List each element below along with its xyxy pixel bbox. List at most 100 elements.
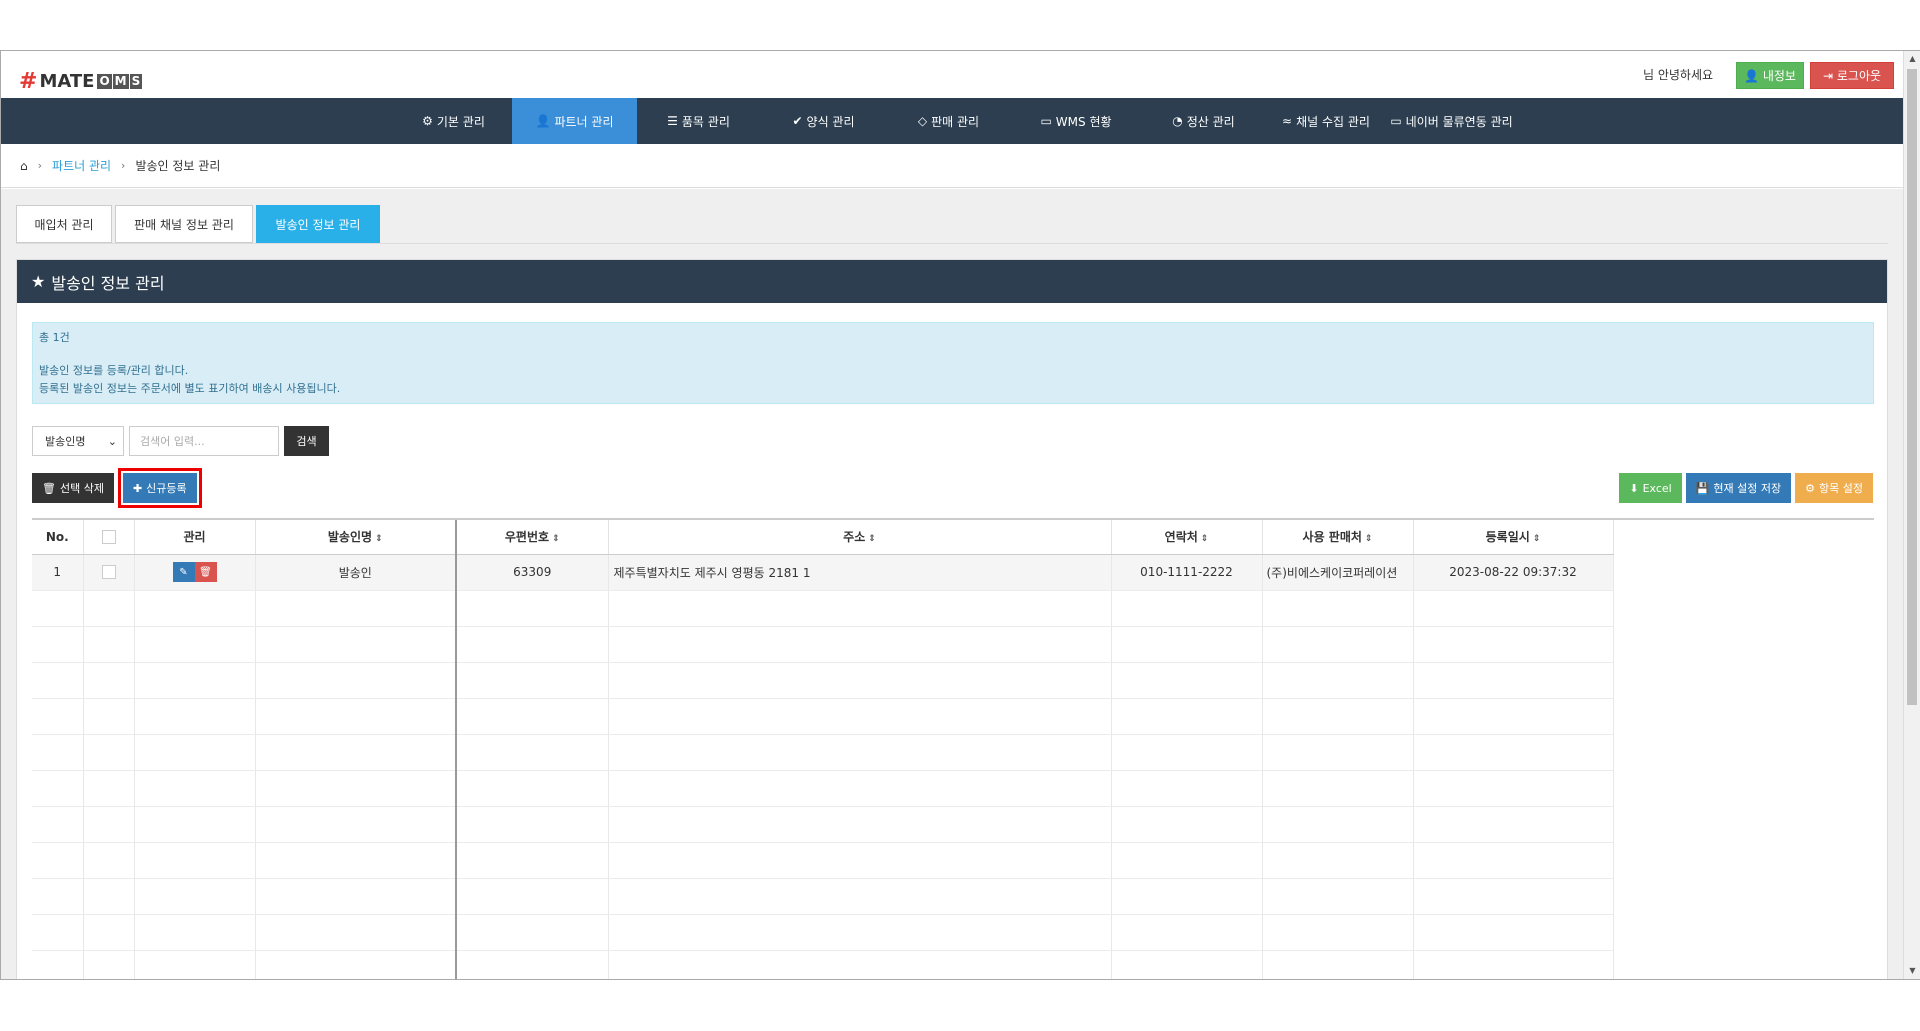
empty-cell <box>83 806 135 843</box>
my-info-button[interactable]: 👤 내정보 <box>1736 62 1804 89</box>
empty-cell <box>1262 878 1414 915</box>
nav-item-wms[interactable]: ▭ WMS 현황 <box>1026 98 1126 144</box>
empty-cell <box>32 626 84 663</box>
nav-item-settlement[interactable]: ◔ 정산 관리 <box>1156 98 1251 144</box>
breadcrumb-parent[interactable]: 파트너 관리 <box>52 157 111 174</box>
empty-cell <box>255 806 457 843</box>
trash-icon[interactable]: 🗑 <box>194 562 217 582</box>
gear-icon: ⚙ <box>1805 481 1816 495</box>
col-date[interactable]: 등록일시 ⇕ <box>1413 520 1614 555</box>
download-icon: ⬇ <box>1629 481 1639 495</box>
delete-selected-button[interactable]: 🗑 선택 삭제 <box>32 473 114 503</box>
col-manage: 관리 <box>134 520 256 555</box>
column-settings-button[interactable]: ⚙ 항목 설정 <box>1795 473 1873 503</box>
row-checkbox[interactable] <box>101 565 116 580</box>
empty-cell <box>1262 842 1414 879</box>
cell-date: 2023-08-22 09:37:32 <box>1413 554 1614 591</box>
logo[interactable]: # MATE O M S <box>19 69 143 94</box>
chevron-down-icon: ⌄ <box>107 434 117 448</box>
empty-cell <box>134 698 256 735</box>
empty-cell <box>1262 770 1414 807</box>
home-icon[interactable]: ⌂ <box>20 159 28 173</box>
logo-text: MATE <box>39 71 95 92</box>
empty-cell <box>255 770 457 807</box>
sort-icon: ⇕ <box>1364 534 1373 545</box>
table-row[interactable]: 1 ✎ 🗑 발송인 63309 제주특별자치도 제주시 영평동 2181 1 01… <box>32 554 1614 591</box>
search-type-select[interactable]: 발송인명 ⌄ <box>32 426 124 456</box>
col-no: No. <box>32 520 84 555</box>
cell-checkbox <box>83 554 135 591</box>
diamond-icon: ◇ <box>917 114 928 128</box>
empty-cell <box>1262 626 1414 663</box>
scroll-up-icon[interactable]: ▲ <box>1904 51 1920 67</box>
empty-cell <box>134 734 256 771</box>
tab-sales-channel[interactable]: 판매 채널 정보 관리 <box>115 205 253 243</box>
nav-item-basic[interactable]: ⚙ 기본 관리 <box>401 98 506 144</box>
breadcrumb: ⌂ › 파트너 관리 › 발송인 정보 관리 <box>1 144 1904 188</box>
nav-item-product[interactable]: ☰ 품목 관리 <box>651 98 746 144</box>
empty-row <box>32 806 1614 843</box>
empty-cell <box>608 734 1112 771</box>
empty-cell <box>456 950 609 979</box>
search-input[interactable]: 검색어 입력... <box>129 426 279 456</box>
scroll-thumb[interactable] <box>1907 69 1917 705</box>
cell-zip: 63309 <box>456 554 609 591</box>
empty-cell <box>608 842 1112 879</box>
empty-cell <box>83 662 135 699</box>
breadcrumb-current: 발송인 정보 관리 <box>135 159 221 173</box>
nav-item-channel[interactable]: ≈ 채널 수집 관리 <box>1271 98 1381 144</box>
empty-cell <box>255 590 457 627</box>
empty-cell <box>255 698 457 735</box>
right-actions: ⬇ Excel 💾 현재 설정 저장 ⚙ 항목 설정 <box>1619 473 1873 503</box>
nav-item-form[interactable]: ✔ 양식 관리 <box>776 98 871 144</box>
empty-cell <box>83 734 135 771</box>
empty-cell <box>1262 662 1414 699</box>
empty-cell <box>32 842 84 879</box>
excel-button[interactable]: ⬇ Excel <box>1619 473 1682 503</box>
empty-cell <box>83 770 135 807</box>
sort-icon: ⇕ <box>868 534 876 545</box>
empty-cell <box>134 878 256 915</box>
empty-cell <box>83 878 135 915</box>
sender-table: No. 관리 발송인명 ⇕ 우편번호 ⇕ 주소 ⇕ 연락처 ⇕ 사용 판매처 ⇕ 등록일시… <box>32 518 1874 979</box>
vertical-scrollbar[interactable]: ▲ ▼ <box>1903 51 1920 979</box>
empty-cell <box>1262 950 1414 979</box>
empty-cell <box>456 878 609 915</box>
tab-purchase[interactable]: 매입처 관리 <box>16 205 112 243</box>
empty-cell <box>1111 770 1263 807</box>
col-address[interactable]: 주소 ⇕ <box>608 520 1112 555</box>
empty-cell <box>255 626 457 663</box>
info-line-2: 등록된 발송인 정보는 주문서에 별도 표기하여 배송시 사용됩니다. <box>39 382 341 395</box>
col-zip[interactable]: 우편번호 ⇕ <box>456 520 609 555</box>
select-all-checkbox[interactable] <box>101 530 116 544</box>
card-icon: ▭ <box>1390 114 1402 128</box>
empty-cell <box>134 842 256 879</box>
panel-title: 발송인 정보 관리 <box>51 273 165 293</box>
empty-cell <box>456 842 609 879</box>
empty-cell <box>255 878 457 915</box>
empty-cell <box>608 662 1112 699</box>
empty-cell <box>134 662 256 699</box>
logout-button[interactable]: ⇥ 로그아웃 <box>1810 62 1894 89</box>
empty-cell <box>1413 698 1614 735</box>
empty-cell <box>1262 914 1414 951</box>
col-seller[interactable]: 사용 판매처 ⇕ <box>1262 520 1414 555</box>
scroll-down-icon[interactable]: ▼ <box>1904 963 1920 979</box>
save-settings-button[interactable]: 💾 현재 설정 저장 <box>1685 473 1792 503</box>
empty-cell <box>134 806 256 843</box>
new-register-highlight: ✚ 신규등록 <box>117 468 202 508</box>
search-button[interactable]: 검색 <box>284 426 329 456</box>
nav-item-partner[interactable]: 👤 파트너 관리 <box>512 98 637 144</box>
empty-cell <box>456 734 609 771</box>
tab-sender-info[interactable]: 발송인 정보 관리 <box>256 205 380 243</box>
empty-cell <box>1111 914 1263 951</box>
empty-cell <box>1111 878 1263 915</box>
nav-item-sales[interactable]: ◇ 판매 관리 <box>901 98 996 144</box>
col-phone[interactable]: 연락처 ⇕ <box>1111 520 1263 555</box>
col-sender[interactable]: 발송인명 ⇕ <box>255 520 457 555</box>
nav-item-naver[interactable]: ▭ 네이버 물류연동 관리 <box>1384 98 1519 144</box>
empty-cell <box>1262 806 1414 843</box>
new-register-button[interactable]: ✚ 신규등록 <box>122 473 197 503</box>
top-bar: # MATE O M S 님 안녕하세요 👤 내정보 ⇥ 로그아웃 <box>1 51 1904 98</box>
edit-icon[interactable]: ✎ <box>172 562 195 582</box>
